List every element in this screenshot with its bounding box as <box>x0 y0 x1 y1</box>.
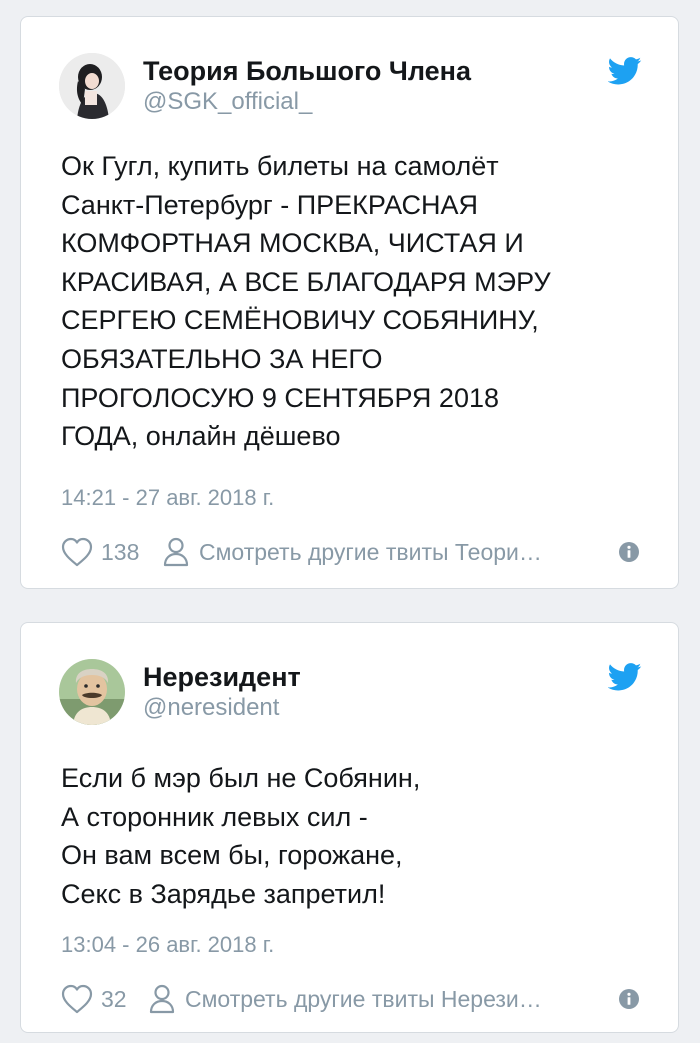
twitter-bird-icon[interactable] <box>608 57 642 85</box>
display-name[interactable]: Нерезидент <box>143 661 301 693</box>
avatar[interactable] <box>59 53 125 119</box>
user-handle[interactable]: @neresident <box>143 693 301 723</box>
tweet-actions: 138 Смотреть другие твиты Теори… <box>61 532 640 572</box>
more-tweets-label: Смотреть другие твиты Теори… <box>199 538 542 565</box>
heart-icon <box>61 537 93 567</box>
author-info: Теория Большого Члена @SGK_official_ <box>143 55 471 117</box>
author-info: Нерезидент @neresident <box>143 661 301 723</box>
more-tweets-label: Смотреть другие твиты Нерези… <box>185 985 542 1012</box>
user-handle[interactable]: @SGK_official_ <box>143 87 471 117</box>
tweet-card[interactable]: Нерезидент @neresident Если б мэр был не… <box>20 622 679 1033</box>
tweet-timestamp[interactable]: 13:04 - 26 авг. 2018 г. <box>61 932 274 958</box>
tweet-timestamp[interactable]: 14:21 - 27 авг. 2018 г. <box>61 485 274 511</box>
info-icon[interactable] <box>618 541 640 563</box>
person-icon <box>163 537 189 567</box>
like-button[interactable]: 32 <box>61 979 127 1019</box>
more-tweets-link[interactable]: Смотреть другие твиты Нерези… <box>149 979 542 1019</box>
person-icon <box>149 984 175 1014</box>
twitter-bird-icon[interactable] <box>608 663 642 691</box>
tweet-header: Теория Большого Члена @SGK_official_ <box>59 53 642 121</box>
avatar[interactable] <box>59 659 125 725</box>
tweet-actions: 32 Смотреть другие твиты Нерези… <box>61 979 640 1019</box>
tweet-header: Нерезидент @neresident <box>59 659 642 727</box>
display-name[interactable]: Теория Большого Члена <box>143 55 471 87</box>
info-icon[interactable] <box>618 988 640 1010</box>
tweet-card[interactable]: Теория Большого Члена @SGK_official_ Ок … <box>20 16 679 589</box>
more-tweets-link[interactable]: Смотреть другие твиты Теори… <box>163 532 542 572</box>
like-count: 32 <box>101 985 127 1012</box>
like-button[interactable]: 138 <box>61 532 139 572</box>
like-count: 138 <box>101 538 140 565</box>
tweet-text: Ок Гугл, купить билеты на самолёт Санкт-… <box>61 151 551 452</box>
heart-icon <box>61 984 93 1014</box>
tweet-text: Если б мэр был не Собянин, А сторонник л… <box>61 763 421 909</box>
tweet-feed: Теория Большого Члена @SGK_official_ Ок … <box>0 0 700 1043</box>
